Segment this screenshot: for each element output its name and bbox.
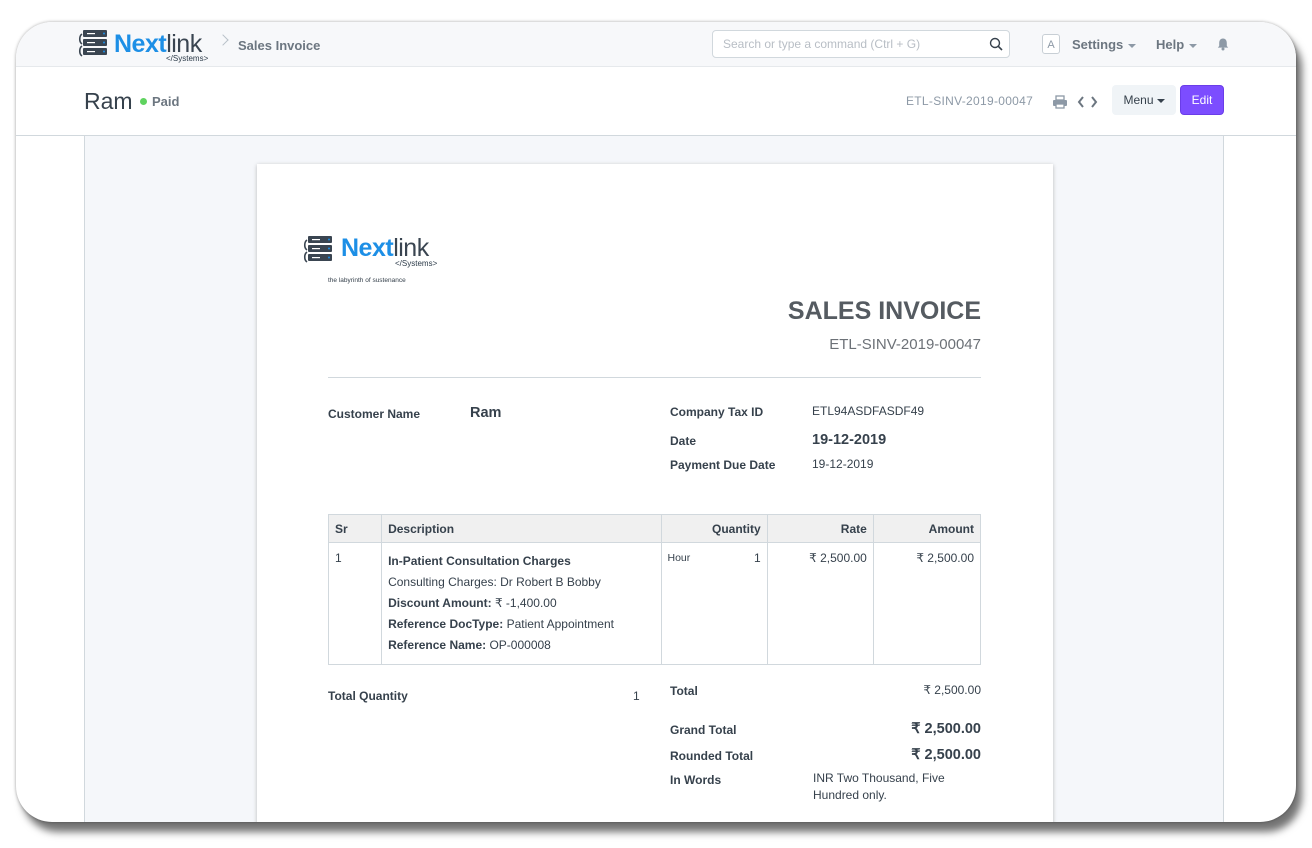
status-dot-icon bbox=[140, 98, 147, 106]
page-title: Ram bbox=[84, 88, 133, 114]
reference-name-line: Reference Name: OP-000008 bbox=[388, 635, 654, 656]
brand-subtitle: </Systems> bbox=[166, 54, 209, 63]
invoice-sheet: Nextlink </Systems> the labyrinth of sus… bbox=[257, 164, 1053, 822]
print-preview-area: Nextlink </Systems> the labyrinth of sus… bbox=[84, 136, 1224, 822]
server-logo-icon bbox=[78, 30, 107, 57]
total-label: Total bbox=[670, 684, 698, 698]
divider bbox=[328, 377, 981, 378]
server-logo-icon bbox=[303, 236, 332, 263]
printer-icon[interactable] bbox=[1052, 95, 1068, 109]
total-quantity-label: Total Quantity bbox=[328, 689, 408, 703]
column-header-quantity: Quantity bbox=[660, 514, 768, 543]
reference-doctype-label: Reference DocType: bbox=[388, 617, 504, 631]
breadcrumb-chevron-icon bbox=[217, 34, 229, 46]
reference-doctype-line: Reference DocType: Patient Appointment bbox=[388, 614, 654, 635]
caret-down-icon bbox=[1128, 43, 1137, 48]
reference-name-value: OP-000008 bbox=[486, 638, 551, 652]
date-label: Date bbox=[670, 434, 697, 448]
discount-value: ₹ -1,400.00 bbox=[491, 596, 557, 610]
caret-down-icon bbox=[1156, 98, 1165, 103]
column-header-description: Description bbox=[381, 514, 662, 543]
cell-amount: ₹ 2,500.00 bbox=[872, 542, 982, 665]
rounded-total-label: Rounded Total bbox=[670, 749, 754, 763]
search-icon[interactable] bbox=[989, 37, 1003, 51]
date-value: 19-12-2019 bbox=[812, 432, 887, 448]
column-header-amount: Amount bbox=[872, 514, 982, 543]
quantity-value: 1 bbox=[753, 551, 761, 565]
cell-sr: 1 bbox=[327, 542, 383, 665]
navbar: Nextlink </Systems> Sales Invoice A Sett… bbox=[16, 22, 1296, 67]
invoice-logo-subtitle: </Systems> bbox=[395, 259, 438, 268]
search-input[interactable] bbox=[713, 31, 983, 57]
avatar[interactable]: A bbox=[1042, 34, 1060, 54]
cell-rate: ₹ 2,500.00 bbox=[766, 542, 874, 665]
cell-description: In-Patient Consultation Charges Consulti… bbox=[381, 542, 662, 665]
total-value: ₹ 2,500.00 bbox=[923, 683, 981, 697]
help-menu[interactable]: Help bbox=[1156, 37, 1198, 52]
brand-name-part-1: Next bbox=[114, 30, 167, 58]
page-head: Ram Paid ETL-SINV-2019-00047 Menu Edit bbox=[16, 67, 1296, 136]
menu-button-label: Menu bbox=[1123, 93, 1154, 107]
breadcrumb-sales-invoice[interactable]: Sales Invoice bbox=[238, 38, 320, 53]
company-tax-id-value: ETL94ASDFASDF49 bbox=[812, 404, 925, 418]
grand-total-label: Grand Total bbox=[670, 723, 737, 737]
in-words-label: In Words bbox=[670, 773, 722, 787]
settings-menu[interactable]: Settings bbox=[1072, 37, 1137, 52]
unit-of-measure: Hour bbox=[667, 552, 691, 564]
menu-button[interactable]: Menu bbox=[1112, 85, 1176, 115]
invoice-logo: Nextlink </Systems> bbox=[303, 234, 453, 270]
in-words-value: INR Two Thousand, Five Hundred only. bbox=[813, 771, 945, 802]
invoice-heading: SALES INVOICE bbox=[787, 297, 981, 325]
discount-label: Discount Amount: bbox=[388, 596, 492, 610]
settings-label: Settings bbox=[1072, 37, 1124, 52]
caret-down-icon bbox=[1189, 43, 1198, 48]
invoice-number: ETL-SINV-2019-00047 bbox=[829, 336, 981, 353]
invoice-logo-name-part-2: link bbox=[393, 234, 429, 262]
discount-line: Discount Amount: ₹ -1,400.00 bbox=[388, 593, 654, 614]
edit-button[interactable]: Edit bbox=[1180, 85, 1224, 115]
cell-quantity: Hour 1 bbox=[660, 542, 768, 665]
status-label: Paid bbox=[152, 94, 180, 109]
customer-name-label: Customer Name bbox=[328, 407, 421, 421]
payment-due-date-label: Payment Due Date bbox=[670, 458, 776, 472]
invoice-logo-name-part-1: Next bbox=[341, 234, 394, 262]
reference-doctype-value: Patient Appointment bbox=[503, 617, 614, 631]
customer-name-value: Ram bbox=[470, 405, 502, 421]
total-quantity-value: 1 bbox=[633, 689, 640, 703]
app-window: Nextlink </Systems> Sales Invoice A Sett… bbox=[16, 22, 1296, 822]
document-name: ETL-SINV-2019-00047 bbox=[906, 94, 1034, 108]
chevron-right-icon[interactable] bbox=[1088, 94, 1100, 110]
brand-logo[interactable]: Nextlink </Systems> bbox=[78, 28, 218, 63]
company-tagline: the labyrinth of sustenance bbox=[328, 277, 406, 284]
item-name: In-Patient Consultation Charges bbox=[388, 554, 571, 568]
search-box bbox=[712, 30, 1010, 58]
item-description: Consulting Charges: Dr Robert B Bobby bbox=[388, 575, 601, 589]
status-indicator: Paid bbox=[140, 94, 179, 109]
rounded-total-value: ₹ 2,500.00 bbox=[911, 747, 981, 763]
items-table: Sr Description Quantity Rate Amount 1 In… bbox=[327, 514, 982, 665]
column-header-sr: Sr bbox=[327, 514, 383, 543]
help-label: Help bbox=[1156, 37, 1185, 52]
table-header-row: Sr Description Quantity Rate Amount bbox=[327, 514, 982, 543]
company-tax-id-label: Company Tax ID bbox=[670, 405, 764, 419]
reference-name-label: Reference Name: bbox=[388, 638, 487, 652]
column-header-rate: Rate bbox=[766, 514, 874, 543]
grand-total-value: ₹ 2,500.00 bbox=[911, 721, 981, 737]
payment-due-date-value: 19-12-2019 bbox=[812, 457, 874, 471]
table-row: 1 In-Patient Consultation Charges Consul… bbox=[327, 542, 982, 665]
chevron-left-icon[interactable] bbox=[1075, 94, 1087, 110]
bell-icon[interactable] bbox=[1216, 37, 1230, 51]
